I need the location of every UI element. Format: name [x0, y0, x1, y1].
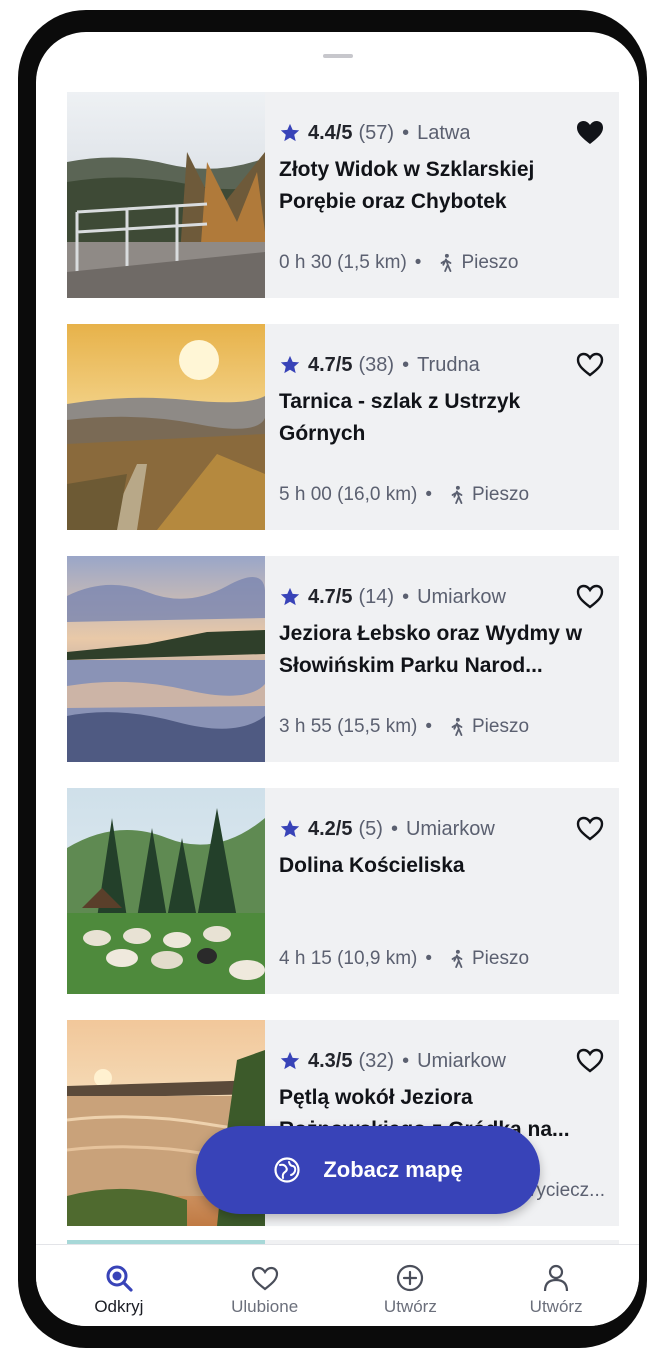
sheet-handle[interactable]	[322, 54, 353, 58]
route-card[interactable]: 4.2/5 (5) • Umiarkow Dolina Kościeliska …	[67, 788, 619, 994]
nav-item-discover[interactable]: Odkryj	[59, 1245, 179, 1317]
route-meta: 4.7/5 (14) • Umiarkow	[279, 582, 605, 612]
heart-outline-icon	[576, 584, 604, 609]
route-difficulty: Latwa	[417, 121, 471, 144]
profile-icon	[544, 1264, 569, 1292]
route-summary-line: 0 h 30 (1,5 km) • Pieszo	[279, 252, 518, 274]
separator-dot: •	[402, 585, 410, 608]
route-rating: 4.3/5	[308, 1049, 353, 1072]
route-title[interactable]: Złoty Widok w Szklarskiej Porębie oraz C…	[279, 154, 605, 218]
heart-outline-icon	[576, 352, 604, 377]
separator-dot: •	[402, 121, 410, 144]
separator-dot: •	[425, 716, 432, 737]
walk-icon	[441, 253, 452, 272]
route-meta: 4.3/5 (32) • Umiarkow	[279, 1046, 605, 1076]
separator-dot: •	[425, 948, 432, 969]
route-card[interactable]: 4.7/5 (38) • Trudna Tarnica - szlak z Us…	[67, 324, 619, 530]
route-info: 4.4/5 (57) • Latwa Złoty Widok w Szklars…	[265, 92, 619, 298]
route-mode: Pieszo	[472, 716, 530, 737]
route-difficulty: Umiarkow	[417, 585, 506, 608]
route-meta: 4.2/5 (5) • Umiarkow	[279, 814, 605, 844]
route-summary-line: 5 h 00 (16,0 km) • Pieszo	[279, 484, 529, 506]
show-map-button[interactable]: Zobacz mapę	[196, 1126, 540, 1214]
route-rating: 4.2/5	[308, 817, 353, 840]
route-review-count: (14)	[358, 585, 395, 608]
walk-icon	[451, 717, 463, 736]
route-duration: 5 h 00 (16,0 km)	[279, 484, 418, 505]
route-mode: Pieszo	[472, 484, 530, 505]
route-info: 4.2/5 (5) • Umiarkow Dolina Kościeliska …	[265, 788, 619, 994]
star-icon	[280, 1051, 300, 1070]
favorite-button[interactable]	[559, 1020, 619, 1090]
star-icon	[280, 587, 300, 606]
nav-item-favorites[interactable]: Ulubione	[205, 1245, 325, 1317]
route-title[interactable]: Jeziora Łebsko oraz Wydmy w Słowińskim P…	[279, 618, 605, 682]
separator-dot: •	[425, 484, 432, 505]
show-map-label: Zobacz mapę	[323, 1157, 463, 1182]
route-image	[67, 92, 265, 298]
route-difficulty: Umiarkow	[417, 1049, 506, 1072]
route-info: 4.7/5 (38) • Trudna Tarnica - szlak z Us…	[265, 324, 619, 530]
nav-label: Odkryj	[94, 1297, 144, 1316]
route-title[interactable]: Tarnica - szlak z Ustrzyk Górnych	[279, 386, 605, 450]
route-difficulty: Trudna	[417, 353, 480, 376]
heart-filled-icon	[577, 121, 603, 144]
route-info: 4.7/5 (14) • Umiarkow Jeziora Łebsko ora…	[265, 556, 619, 762]
favorite-button[interactable]	[559, 556, 619, 626]
route-card[interactable]: 4.7/5 (14) • Umiarkow Jeziora Łebsko ora…	[67, 556, 619, 762]
route-card[interactable]: 4.4/5 (57) • Latwa Złoty Widok w Szklars…	[67, 92, 619, 298]
route-image	[67, 788, 265, 994]
heart-icon	[251, 1266, 278, 1291]
heart-outline-icon	[576, 1048, 604, 1073]
route-mode: Pieszo	[472, 948, 530, 969]
favorite-button[interactable]	[559, 92, 619, 162]
route-review-count: (32)	[358, 1049, 395, 1072]
route-rating: 4.7/5	[308, 353, 353, 376]
route-review-count: (5)	[358, 817, 383, 840]
route-review-count: (38)	[358, 353, 395, 376]
plus-circle-icon	[397, 1264, 424, 1292]
route-image	[67, 556, 265, 762]
separator-dot: •	[390, 817, 398, 840]
route-duration: 0 h 30 (1,5 km)	[279, 252, 407, 273]
map-icon	[274, 1157, 300, 1183]
route-difficulty: Umiarkow	[405, 817, 495, 840]
walk-icon	[451, 949, 463, 968]
route-duration: 4 h 15 (10,9 km)	[279, 948, 418, 969]
nav-label: Utwórz	[529, 1297, 583, 1316]
heart-outline-icon	[576, 816, 604, 841]
walk-icon	[451, 485, 463, 504]
route-rating: 4.7/5	[308, 585, 353, 608]
separator-dot: •	[402, 353, 410, 376]
route-mode: Pieszo	[461, 252, 519, 273]
phone-frame: 4.4/5 (57) • Latwa Złoty Widok w Szklars…	[18, 10, 647, 1348]
route-summary-line: 3 h 55 (15,5 km) • Pieszo	[279, 716, 529, 738]
route-title[interactable]: Dolina Kościeliska	[279, 850, 605, 914]
route-summary-line: 4 h 15 (10,9 km) • Pieszo	[279, 948, 529, 970]
route-review-count: (57)	[358, 121, 395, 144]
nav-item-create[interactable]: Utwórz	[350, 1245, 470, 1317]
separator-dot: •	[414, 252, 422, 273]
star-icon	[280, 819, 300, 838]
star-icon	[280, 355, 300, 374]
nav-label: Ulubione	[231, 1297, 299, 1316]
screen: 4.4/5 (57) • Latwa Złoty Widok w Szklars…	[36, 32, 639, 1326]
bottom-navigation: Odkryj Ulubione Utwórz Utwórz	[36, 1244, 639, 1326]
route-image	[67, 324, 265, 530]
nav-label: Utwórz	[383, 1297, 437, 1316]
star-icon	[280, 123, 300, 142]
favorite-button[interactable]	[559, 324, 619, 394]
search-icon	[106, 1265, 133, 1292]
favorite-button[interactable]	[559, 788, 619, 858]
separator-dot: •	[402, 1049, 410, 1072]
route-meta: 4.7/5 (38) • Trudna	[279, 350, 605, 380]
nav-item-profile[interactable]: Utwórz	[496, 1245, 616, 1317]
route-rating: 4.4/5	[308, 121, 353, 144]
route-duration: 3 h 55 (15,5 km)	[279, 716, 418, 737]
route-meta: 4.4/5 (57) • Latwa	[279, 118, 605, 148]
